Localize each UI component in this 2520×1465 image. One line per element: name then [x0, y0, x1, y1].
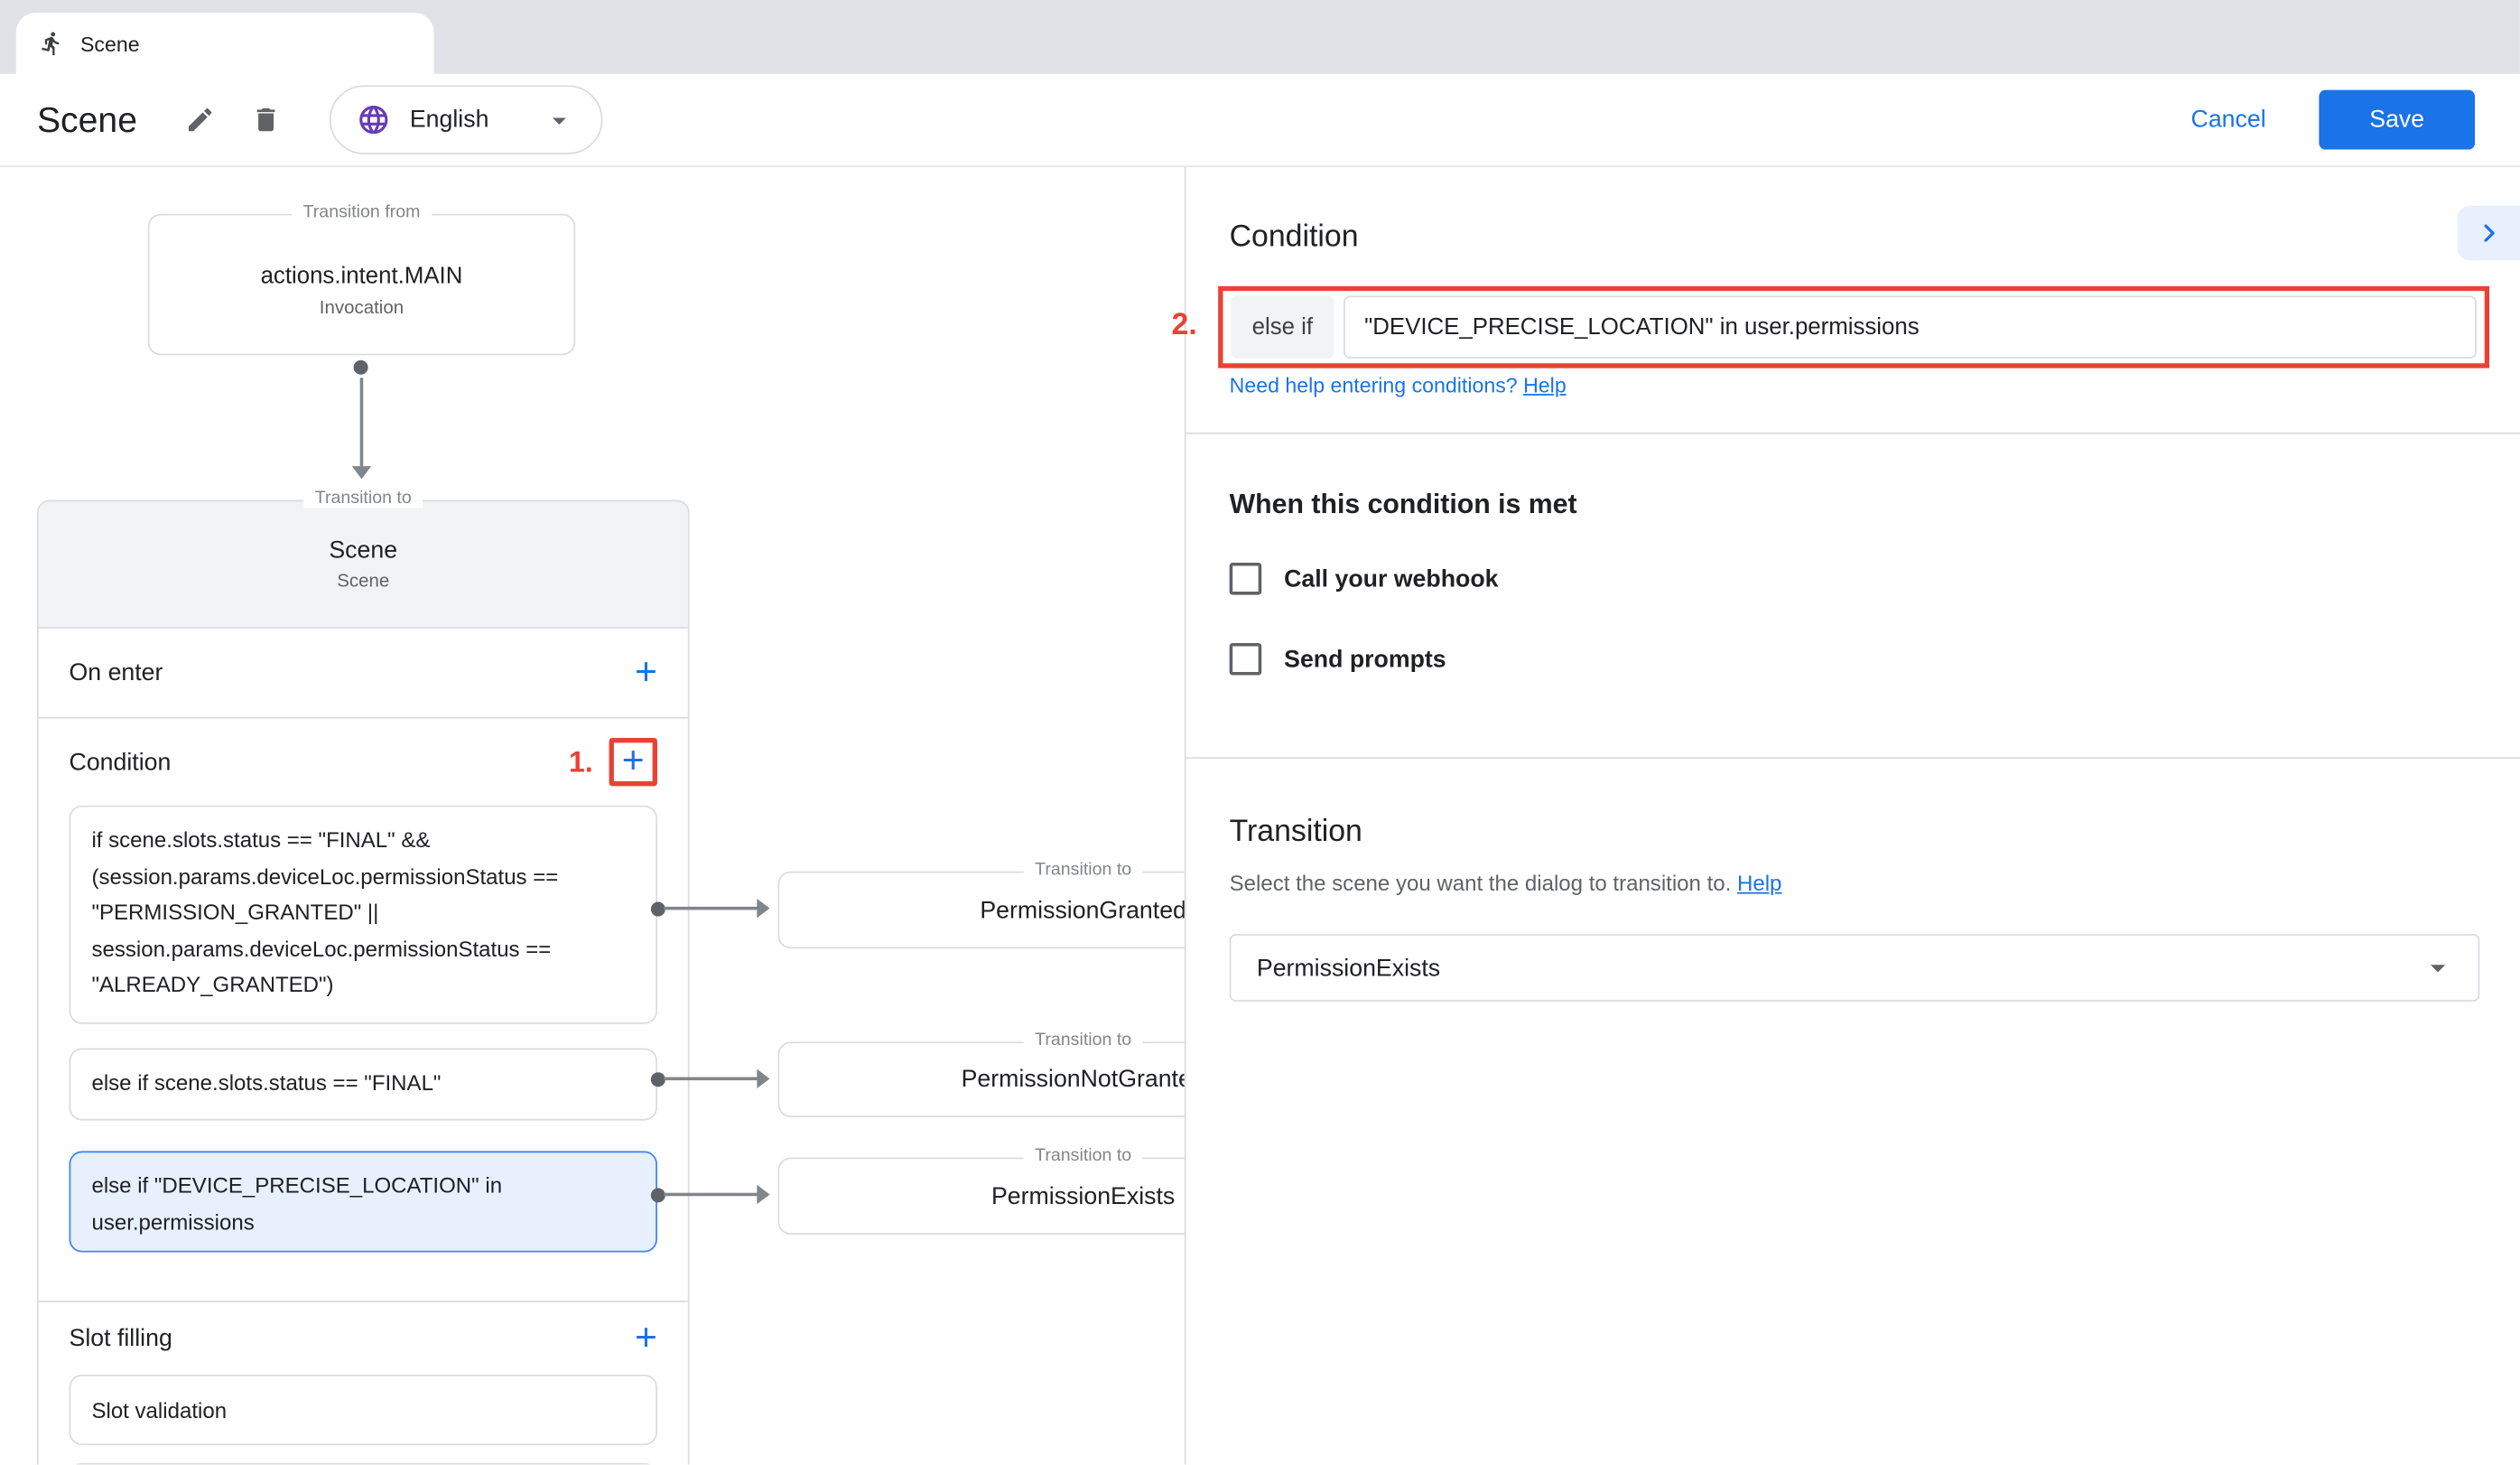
slot-filling-section: Slot filling + Slot validation	[39, 1301, 688, 1465]
target-node-permission-exists[interactable]: Transition to PermissionExists	[777, 1158, 1184, 1235]
condition-list: if scene.slots.status == "FINAL" && (ses…	[39, 806, 688, 1253]
main-area: Transition from actions.intent.MAIN Invo…	[0, 167, 2520, 1464]
else-if-operator-chip[interactable]: else if	[1231, 296, 1334, 359]
flow-canvas: Transition from actions.intent.MAIN Invo…	[0, 167, 1185, 1464]
pencil-icon	[184, 105, 215, 135]
intent-type: Invocation	[320, 299, 404, 318]
send-prompts-checkbox[interactable]	[1230, 643, 1262, 676]
transition-scene-value: PermissionExists	[1257, 954, 2421, 981]
chevron-right-icon	[2475, 219, 2504, 247]
add-on-enter-button[interactable]: +	[635, 654, 657, 693]
save-button[interactable]: Save	[2319, 90, 2475, 150]
header-bar: Scene English Cancel Save	[0, 74, 2520, 167]
target-legend: Transition to	[1024, 1031, 1143, 1050]
call-webhook-option[interactable]: Call your webhook	[1230, 563, 1499, 595]
scene-run-icon	[39, 31, 64, 56]
transition-description: Select the scene you want the dialog to …	[1230, 872, 1782, 896]
chevron-down-icon	[544, 104, 576, 136]
slot-validation-item[interactable]: Slot validation	[70, 1375, 657, 1445]
transition-desc-text: Select the scene you want the dialog to …	[1230, 872, 1737, 896]
add-condition-button[interactable]: +	[622, 742, 645, 781]
condition-section-header: Condition 1. +	[39, 719, 688, 806]
condition-help-line: Need help entering conditions? Help	[1230, 373, 1567, 397]
tab-scene[interactable]: Scene	[16, 13, 434, 74]
send-prompts-option[interactable]: Send prompts	[1230, 643, 1446, 676]
page-title: Scene	[37, 98, 137, 140]
condition-item-1[interactable]: if scene.slots.status == "FINAL" && (ses…	[70, 806, 657, 1024]
transition-help-link[interactable]: Help	[1737, 872, 1781, 896]
flow-connector-dot	[354, 360, 368, 375]
scene-editor-page: Scene Scene English Cancel Save	[0, 0, 2520, 1464]
when-met-heading: When this condition is met	[1230, 489, 1577, 521]
target-name: PermissionGranted	[980, 896, 1184, 923]
panel-divider	[1186, 433, 2520, 434]
help-prompt-text: Need help entering conditions?	[1230, 373, 1523, 397]
add-slot-button[interactable]: +	[635, 1319, 657, 1358]
scene-node-title: Scene	[329, 537, 397, 564]
condition-expression-input[interactable]	[1344, 296, 2477, 359]
condition-item-2[interactable]: else if scene.slots.status == "FINAL"	[70, 1048, 657, 1120]
annotation-1-highlight: +	[609, 738, 657, 786]
arrow-to-permission-exists	[651, 1187, 773, 1203]
cancel-button[interactable]: Cancel	[2191, 74, 2266, 165]
target-name: PermissionExists	[991, 1182, 1175, 1209]
transition-from-legend: Transition from	[292, 202, 432, 221]
delete-scene-button[interactable]	[238, 92, 293, 147]
collapse-panel-button[interactable]	[2457, 206, 2520, 261]
on-enter-label: On enter	[70, 659, 163, 686]
annotation-2-highlight: else if	[1218, 286, 2489, 369]
arrow-to-permission-granted	[651, 900, 773, 917]
annotation-2: 2.	[1172, 309, 1197, 344]
target-legend: Transition to	[1024, 1146, 1143, 1165]
transition-heading: Transition	[1230, 815, 1362, 850]
tab-label: Scene	[80, 32, 140, 56]
condition-item-3-selected[interactable]: else if "DEVICE_PRECISE_LOCATION" in use…	[70, 1151, 657, 1252]
slot-filling-label: Slot filling	[70, 1325, 172, 1352]
annotation-1: 1.	[569, 745, 593, 779]
trash-icon	[250, 105, 281, 135]
select-caret-icon	[2421, 950, 2456, 985]
panel-divider	[1186, 757, 2520, 759]
transition-to-legend: Transition to	[303, 489, 423, 508]
target-legend: Transition to	[1024, 860, 1143, 879]
scene-node-subtitle: Scene	[337, 573, 389, 592]
language-value: English	[410, 106, 524, 133]
target-name: PermissionNotGranted	[962, 1066, 1185, 1093]
target-node-permission-not-granted[interactable]: Transition to PermissionNotGranted	[777, 1041, 1184, 1117]
globe-icon	[357, 103, 390, 136]
flow-arrow-line	[360, 378, 364, 466]
condition-label: Condition	[70, 749, 172, 776]
edit-scene-button[interactable]	[172, 92, 228, 147]
condition-heading: Condition	[1230, 220, 1359, 256]
intent-name: actions.intent.MAIN	[261, 264, 463, 289]
scene-node-header[interactable]: Scene Scene	[39, 501, 688, 629]
scene-node: Transition to Scene Scene On enter + Con…	[37, 500, 690, 1465]
transition-from-node[interactable]: Transition from actions.intent.MAIN Invo…	[148, 214, 575, 356]
send-prompts-label: Send prompts	[1284, 646, 1446, 673]
flow-arrow-head	[352, 466, 371, 479]
arrow-to-permission-not-granted	[651, 1070, 773, 1087]
target-node-permission-granted[interactable]: Transition to PermissionGranted	[777, 872, 1184, 948]
condition-detail-panel: Condition 2. else if Need help entering …	[1185, 167, 2520, 1464]
call-webhook-checkbox[interactable]	[1230, 563, 1262, 595]
on-enter-section: On enter +	[39, 629, 688, 719]
tab-strip: Scene	[0, 0, 2520, 74]
language-selector[interactable]: English	[330, 85, 603, 154]
condition-help-link[interactable]: Help	[1523, 373, 1567, 397]
transition-scene-select[interactable]: PermissionExists	[1230, 934, 2480, 1002]
call-webhook-label: Call your webhook	[1284, 565, 1498, 593]
